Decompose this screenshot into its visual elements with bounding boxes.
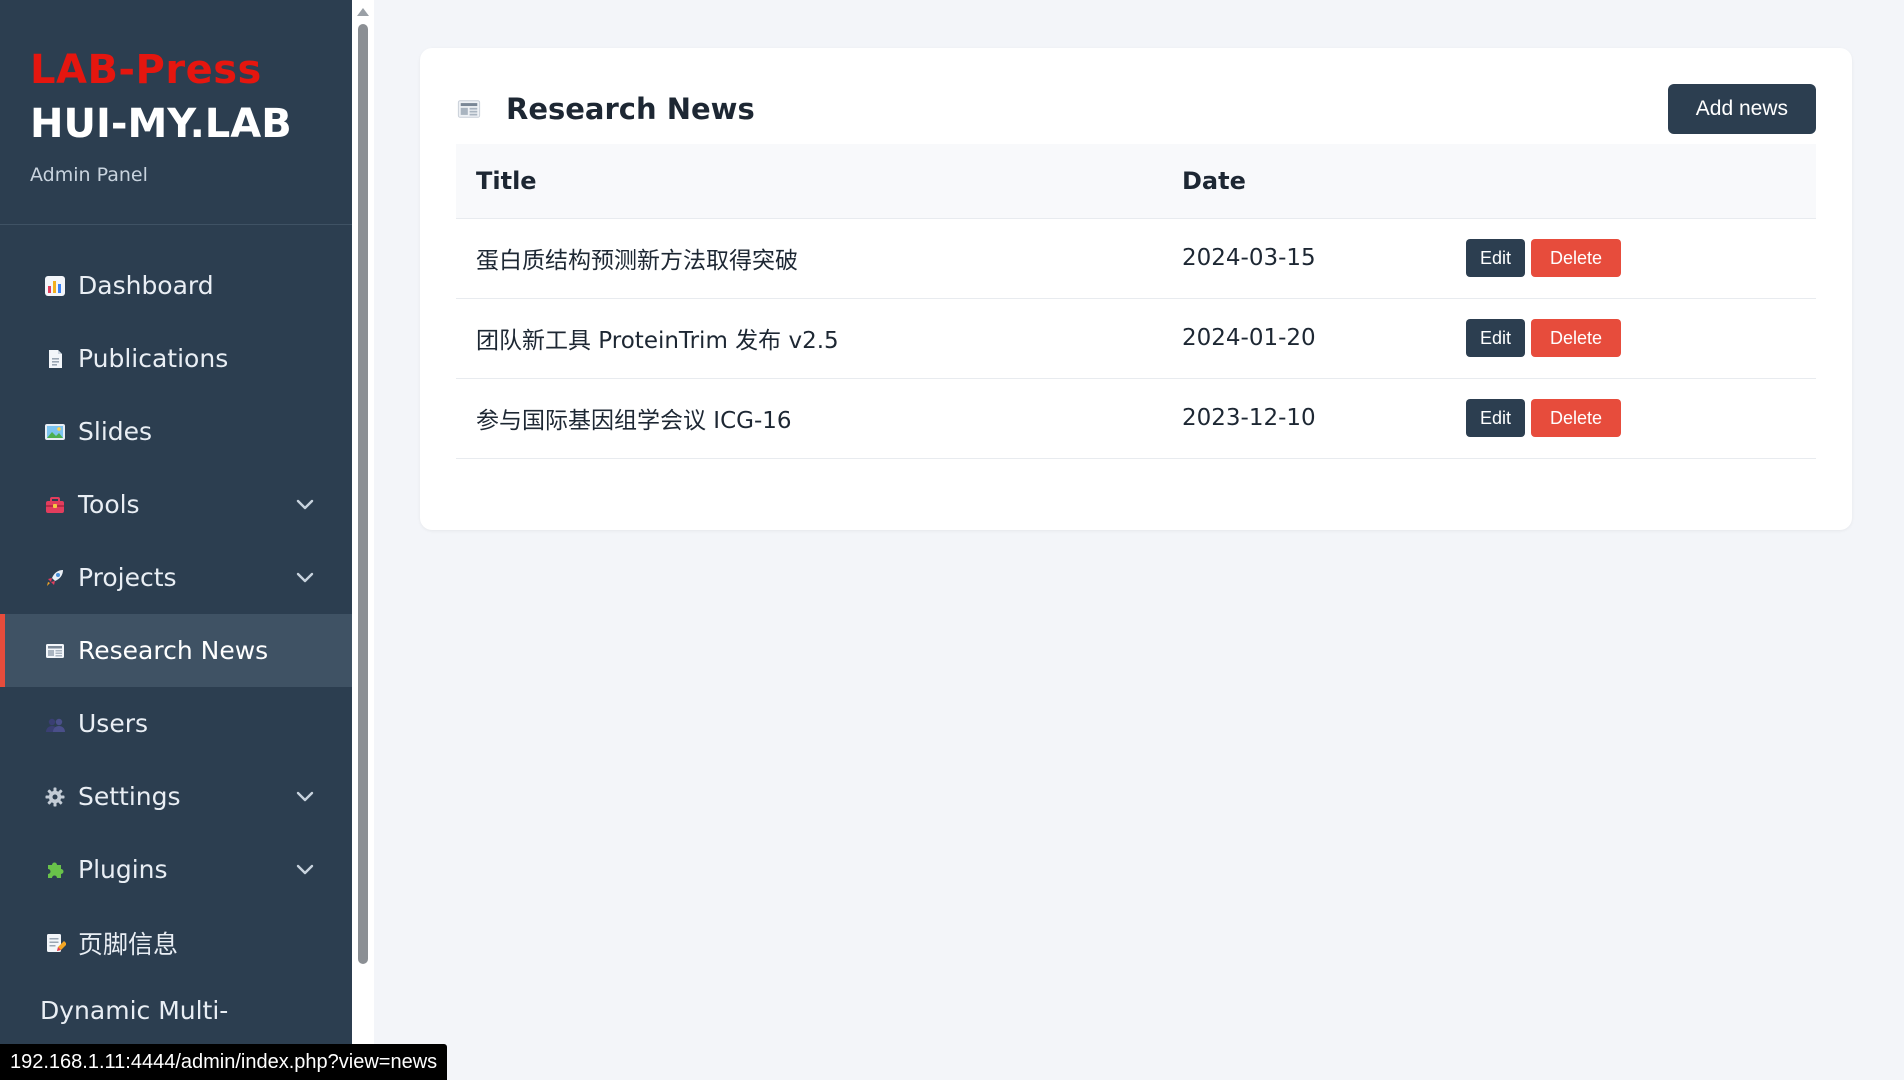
delete-button[interactable]: Delete xyxy=(1531,319,1622,357)
edit-button[interactable]: Edit xyxy=(1466,239,1526,277)
brand-caption: Admin Panel xyxy=(30,164,148,186)
sidebar-item-label: Tools xyxy=(78,490,140,519)
chevron-down-icon[interactable] xyxy=(294,859,316,881)
sidebar-item-users[interactable]: Users xyxy=(0,687,352,760)
news-title-cell: 参与国际基因组学会议 ICG-16 xyxy=(456,377,1162,459)
chevron-down-icon[interactable] xyxy=(294,567,316,589)
sidebar-item-label: 页脚信息 xyxy=(78,929,179,959)
column-header-date: Date xyxy=(1162,144,1446,218)
table-row: 团队新工具 ProteinTrim 发布 v2.5 2024-01-20 Edi… xyxy=(456,297,1816,378)
news-title-cell: 团队新工具 ProteinTrim 发布 v2.5 xyxy=(456,297,1162,378)
users-icon xyxy=(42,711,68,737)
page-title: Research News xyxy=(506,92,755,126)
sidebar-item-label: Plugins xyxy=(78,855,168,884)
actions-cell: Edit Delete xyxy=(1446,217,1816,298)
sidebar-item-tools[interactable]: Tools xyxy=(0,468,352,541)
sidebar-scrollbar[interactable] xyxy=(352,0,374,1080)
add-news-button[interactable]: Add news xyxy=(1667,84,1816,134)
brand-title[interactable]: LAB-Press xyxy=(30,44,322,96)
column-header-title: Title xyxy=(456,144,1162,218)
sidebar-item-projects[interactable]: Projects xyxy=(0,541,352,614)
row-actions: Edit Delete xyxy=(1466,319,1796,357)
sidebar-item-settings[interactable]: Settings xyxy=(0,760,352,833)
card-title-group: Research News xyxy=(456,92,755,126)
sidebar-item-research-news[interactable]: Research News xyxy=(0,614,352,687)
news-title-cell: 蛋白质结构预测新方法取得突破 xyxy=(456,217,1162,298)
status-bar-url: 192.168.1.11:4444/admin/index.php?view=n… xyxy=(0,1044,448,1080)
toolbox-icon xyxy=(42,492,68,518)
table-body: 蛋白质结构预测新方法取得突破 2024-03-15 Edit Delete 团队… xyxy=(456,217,1816,459)
sidebar: LAB-Press HUI-MY.LAB Admin Panel Dashboa… xyxy=(0,0,352,1080)
edit-button[interactable]: Edit xyxy=(1466,319,1526,357)
bar-chart-icon xyxy=(42,273,68,299)
image-icon xyxy=(42,419,68,445)
row-actions: Edit Delete xyxy=(1466,239,1796,277)
brand-subtitle[interactable]: HUI-MY.LAB xyxy=(30,98,322,150)
main-content: Research News Add news Title Date 蛋白质结构预… xyxy=(374,0,1904,1080)
sidebar-item-label: Slides xyxy=(78,417,153,446)
sidebar-nav: Dashboard Publications Slides Tools Proj… xyxy=(0,249,352,979)
news-date-cell: 2024-03-15 xyxy=(1162,217,1446,298)
news-card: Research News Add news Title Date 蛋白质结构预… xyxy=(420,48,1852,530)
sidebar-item-label: Dashboard xyxy=(78,271,214,300)
puzzle-icon xyxy=(42,857,68,883)
sidebar-item-dashboard[interactable]: Dashboard xyxy=(0,249,352,322)
sidebar-item-label: Research News xyxy=(78,636,269,665)
sidebar-item-label: Projects xyxy=(78,563,177,592)
news-date-cell: 2024-01-20 xyxy=(1162,297,1446,378)
rocket-icon xyxy=(42,565,68,591)
table-row: 蛋白质结构预测新方法取得突破 2024-03-15 Edit Delete xyxy=(456,217,1816,298)
newspaper-icon xyxy=(42,638,68,664)
sidebar-item-dynamic-multi[interactable]: Dynamic Multi- xyxy=(0,979,352,1043)
sidebar-item-footer-info[interactable]: 页脚信息 xyxy=(0,906,352,979)
brand: LAB-Press HUI-MY.LAB Admin Panel xyxy=(0,0,352,225)
actions-cell: Edit Delete xyxy=(1446,377,1816,459)
card-header: Research News Add news xyxy=(456,84,1816,134)
actions-cell: Edit Delete xyxy=(1446,297,1816,378)
table-row: 参与国际基因组学会议 ICG-16 2023-12-10 Edit Delete xyxy=(456,377,1816,459)
edit-button[interactable]: Edit xyxy=(1466,399,1526,437)
sidebar-item-label: Users xyxy=(78,709,149,738)
table-header-row: Title Date xyxy=(456,144,1816,218)
newspaper-icon xyxy=(456,96,482,122)
document-icon xyxy=(42,346,68,372)
column-header-actions xyxy=(1446,144,1816,218)
sidebar-item-slides[interactable]: Slides xyxy=(0,395,352,468)
delete-button[interactable]: Delete xyxy=(1531,239,1622,277)
sidebar-item-plugins[interactable]: Plugins xyxy=(0,833,352,906)
sidebar-item-label: Settings xyxy=(78,782,181,811)
memo-icon xyxy=(42,930,68,956)
chevron-down-icon[interactable] xyxy=(294,494,316,516)
scrollbar-thumb[interactable] xyxy=(358,24,368,964)
sidebar-item-publications[interactable]: Publications xyxy=(0,322,352,395)
news-date-cell: 2023-12-10 xyxy=(1162,377,1446,459)
row-actions: Edit Delete xyxy=(1466,399,1796,437)
chevron-down-icon[interactable] xyxy=(294,786,316,808)
admin-app: LAB-Press HUI-MY.LAB Admin Panel Dashboa… xyxy=(0,0,1904,1080)
sidebar-item-label: Publications xyxy=(78,344,229,373)
gear-icon xyxy=(42,784,68,810)
table-header: Title Date xyxy=(456,144,1816,218)
delete-button[interactable]: Delete xyxy=(1531,399,1622,437)
scroll-up-icon[interactable] xyxy=(357,8,369,16)
news-table: Title Date 蛋白质结构预测新方法取得突破 2024-03-15 Edi… xyxy=(456,144,1816,459)
